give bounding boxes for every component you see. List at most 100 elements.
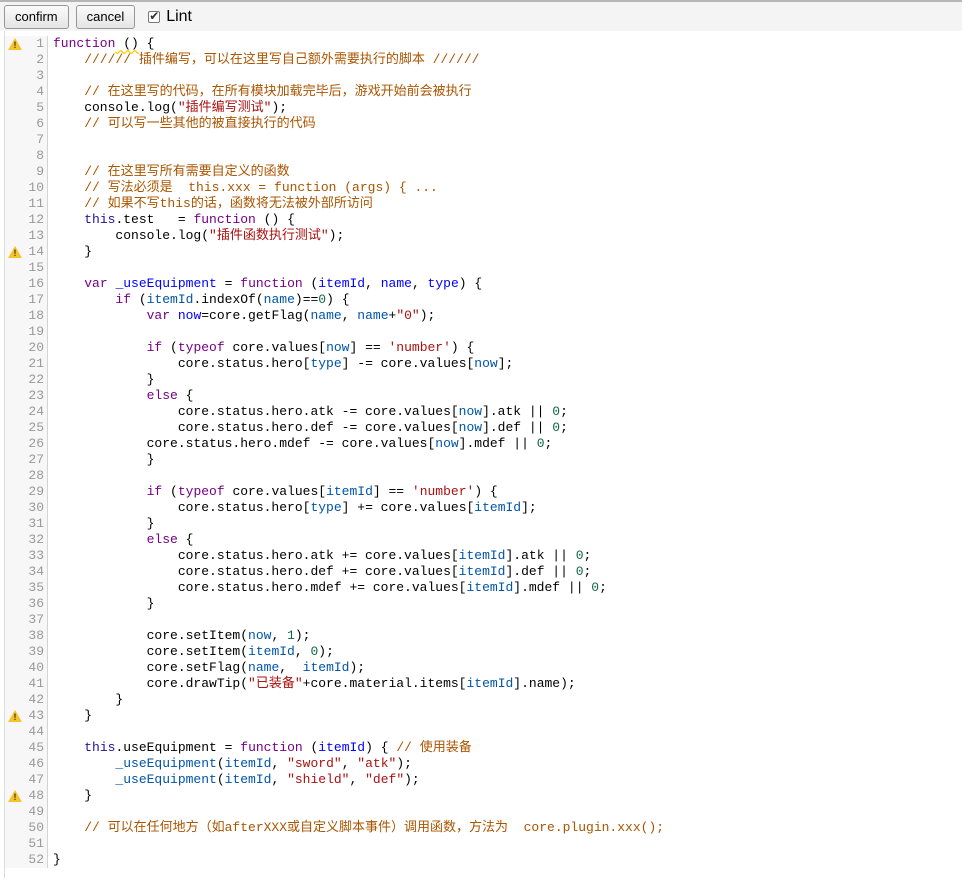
code-line[interactable]: 1function () { [5, 36, 962, 52]
lint-warning-icon[interactable] [8, 710, 22, 722]
code-text[interactable]: core.setItem(itemId, 0); [48, 644, 962, 660]
code-text[interactable] [48, 324, 962, 340]
code-text[interactable]: } [48, 372, 962, 388]
code-text[interactable]: var now=core.getFlag(name, name+"0"); [48, 308, 962, 324]
code-text[interactable] [48, 132, 962, 148]
code-line[interactable]: 3 [5, 68, 962, 84]
code-text[interactable]: } [48, 692, 962, 708]
code-line[interactable]: 20 if (typeof core.values[now] == 'numbe… [5, 340, 962, 356]
code-line[interactable]: 41 core.drawTip("已装备"+core.material.item… [5, 676, 962, 692]
code-text[interactable]: // 如果不写this的话，函数将无法被外部所访问 [48, 196, 962, 212]
code-text[interactable]: core.drawTip("已装备"+core.material.items[i… [48, 676, 962, 692]
code-line[interactable]: 19 [5, 324, 962, 340]
code-text[interactable]: core.status.hero.mdef += core.values[ite… [48, 580, 962, 596]
code-line[interactable]: 27 } [5, 452, 962, 468]
code-text[interactable]: this.useEquipment = function (itemId) { … [48, 740, 962, 756]
code-text[interactable]: var _useEquipment = function (itemId, na… [48, 276, 962, 292]
code-text[interactable]: } [48, 852, 962, 868]
code-text[interactable]: function () { [48, 36, 962, 52]
code-line[interactable]: 28 [5, 468, 962, 484]
code-text[interactable]: if (typeof core.values[itemId] == 'numbe… [48, 484, 962, 500]
code-line[interactable]: 29 if (typeof core.values[itemId] == 'nu… [5, 484, 962, 500]
code-text[interactable]: if (typeof core.values[now] == 'number')… [48, 340, 962, 356]
code-text[interactable] [48, 68, 962, 84]
lint-warning-icon[interactable] [8, 790, 22, 802]
code-line[interactable]: 24 core.status.hero.atk -= core.values[n… [5, 404, 962, 420]
code-text[interactable]: core.status.hero[type] += core.values[it… [48, 500, 962, 516]
code-text[interactable] [48, 836, 962, 852]
code-text[interactable]: else { [48, 388, 962, 404]
code-text[interactable]: _useEquipment(itemId, "shield", "def"); [48, 772, 962, 788]
cancel-button[interactable]: cancel [76, 5, 136, 29]
code-line[interactable]: 12 this.test = function () { [5, 212, 962, 228]
code-text[interactable]: } [48, 708, 962, 724]
code-text[interactable]: // 在这里写的代码，在所有模块加载完毕后，游戏开始前会被执行 [48, 84, 962, 100]
code-text[interactable] [48, 804, 962, 820]
code-line[interactable]: 21 core.status.hero[type] -= core.values… [5, 356, 962, 372]
code-line[interactable]: 37 [5, 612, 962, 628]
code-line[interactable]: 46 _useEquipment(itemId, "sword", "atk")… [5, 756, 962, 772]
code-text[interactable]: } [48, 244, 962, 260]
code-line[interactable]: 14 } [5, 244, 962, 260]
code-text[interactable]: core.status.hero.atk += core.values[item… [48, 548, 962, 564]
code-line[interactable]: 33 core.status.hero.atk += core.values[i… [5, 548, 962, 564]
code-text[interactable] [48, 724, 962, 740]
code-editor[interactable]: 1function () {2 ////// 插件编写，可以在这里写自己额外需要… [4, 31, 962, 878]
code-text[interactable]: else { [48, 532, 962, 548]
code-text[interactable] [48, 468, 962, 484]
code-line[interactable]: 45 this.useEquipment = function (itemId)… [5, 740, 962, 756]
code-text[interactable]: // 可以写一些其他的被直接执行的代码 [48, 116, 962, 132]
code-line[interactable]: 35 core.status.hero.mdef += core.values[… [5, 580, 962, 596]
code-text[interactable]: core.setItem(now, 1); [48, 628, 962, 644]
code-text[interactable]: } [48, 596, 962, 612]
code-text[interactable]: core.setFlag(name, itemId); [48, 660, 962, 676]
code-text[interactable]: ////// 插件编写，可以在这里写自己额外需要执行的脚本 ////// [48, 52, 962, 68]
code-line[interactable]: 40 core.setFlag(name, itemId); [5, 660, 962, 676]
code-text[interactable]: } [48, 516, 962, 532]
code-text[interactable]: console.log("插件编写测试"); [48, 100, 962, 116]
code-line[interactable]: 9 // 在这里写所有需要自定义的函数 [5, 164, 962, 180]
code-line[interactable]: 48 } [5, 788, 962, 804]
code-line[interactable]: 5 console.log("插件编写测试"); [5, 100, 962, 116]
code-line[interactable]: 44 [5, 724, 962, 740]
code-line[interactable]: 8 [5, 148, 962, 164]
code-line[interactable]: 51 [5, 836, 962, 852]
code-line[interactable]: 2 ////// 插件编写，可以在这里写自己额外需要执行的脚本 ////// [5, 52, 962, 68]
lint-toggle[interactable]: Lint [148, 8, 192, 26]
code-line[interactable]: 39 core.setItem(itemId, 0); [5, 644, 962, 660]
code-line[interactable]: 6 // 可以写一些其他的被直接执行的代码 [5, 116, 962, 132]
code-text[interactable]: if (itemId.indexOf(name)==0) { [48, 292, 962, 308]
code-line[interactable]: 36 } [5, 596, 962, 612]
code-text[interactable]: core.status.hero.atk -= core.values[now]… [48, 404, 962, 420]
code-text[interactable]: this.test = function () { [48, 212, 962, 228]
code-line[interactable]: 50 // 可以在任何地方（如afterXXX或自定义脚本事件）调用函数，方法为… [5, 820, 962, 836]
code-line[interactable]: 17 if (itemId.indexOf(name)==0) { [5, 292, 962, 308]
code-line[interactable]: 15 [5, 260, 962, 276]
code-line[interactable]: 11 // 如果不写this的话，函数将无法被外部所访问 [5, 196, 962, 212]
code-line[interactable]: 38 core.setItem(now, 1); [5, 628, 962, 644]
code-line[interactable]: 34 core.status.hero.def += core.values[i… [5, 564, 962, 580]
code-line[interactable]: 49 [5, 804, 962, 820]
code-line[interactable]: 23 else { [5, 388, 962, 404]
code-text[interactable]: // 写法必须是 this.xxx = function (args) { ..… [48, 180, 962, 196]
lint-checkbox[interactable] [148, 11, 160, 23]
code-line[interactable]: 4 // 在这里写的代码，在所有模块加载完毕后，游戏开始前会被执行 [5, 84, 962, 100]
code-text[interactable]: _useEquipment(itemId, "sword", "atk"); [48, 756, 962, 772]
code-line[interactable]: 43 } [5, 708, 962, 724]
code-line[interactable]: 42 } [5, 692, 962, 708]
code-line[interactable]: 7 [5, 132, 962, 148]
code-line[interactable]: 30 core.status.hero[type] += core.values… [5, 500, 962, 516]
code-line[interactable]: 47 _useEquipment(itemId, "shield", "def"… [5, 772, 962, 788]
code-line[interactable]: 22 } [5, 372, 962, 388]
code-line[interactable]: 26 core.status.hero.mdef -= core.values[… [5, 436, 962, 452]
code-text[interactable]: } [48, 452, 962, 468]
code-text[interactable] [48, 612, 962, 628]
lint-warning-icon[interactable] [8, 38, 22, 50]
code-text[interactable]: } [48, 788, 962, 804]
code-text[interactable]: core.status.hero[type] -= core.values[no… [48, 356, 962, 372]
code-text[interactable] [48, 148, 962, 164]
confirm-button[interactable]: confirm [4, 5, 69, 29]
code-text[interactable] [48, 260, 962, 276]
code-line[interactable]: 18 var now=core.getFlag(name, name+"0"); [5, 308, 962, 324]
code-line[interactable]: 10 // 写法必须是 this.xxx = function (args) {… [5, 180, 962, 196]
